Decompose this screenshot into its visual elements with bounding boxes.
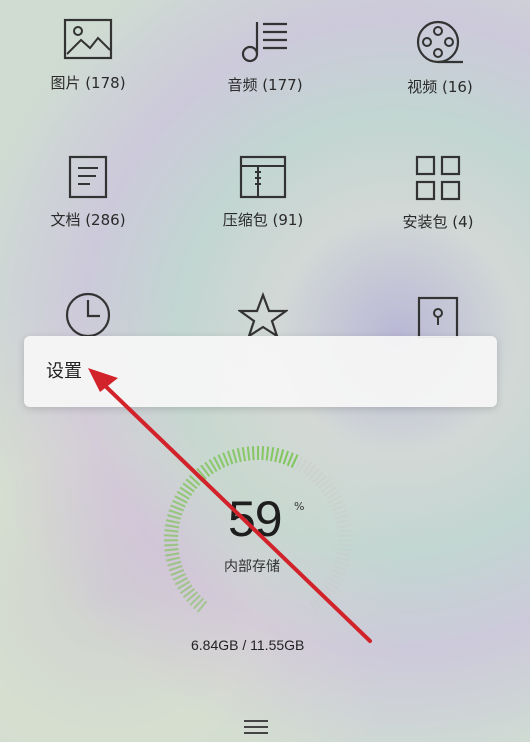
image-icon bbox=[63, 18, 113, 60]
gauge-tick bbox=[167, 560, 182, 567]
document-icon bbox=[68, 155, 108, 199]
category-private[interactable] bbox=[350, 296, 526, 338]
gauge-tick bbox=[334, 560, 349, 567]
storage-percent: 59 bbox=[228, 491, 283, 547]
category-video[interactable]: 视频 (16) bbox=[352, 18, 528, 97]
gauge-tick bbox=[337, 534, 352, 537]
gauge-tick bbox=[278, 449, 285, 464]
gauge-tick bbox=[333, 509, 348, 516]
category-audio[interactable]: 音频 (177) bbox=[177, 18, 353, 95]
gauge-tick bbox=[222, 452, 230, 467]
video-reel-icon bbox=[416, 20, 463, 64]
gauge-tick bbox=[226, 450, 234, 465]
gauge-tick bbox=[166, 556, 181, 562]
gauge-tick bbox=[168, 509, 183, 516]
gauge-tick bbox=[331, 569, 346, 577]
gauge-tick bbox=[274, 447, 280, 463]
gauge-tick bbox=[164, 543, 179, 547]
archive-icon bbox=[239, 155, 287, 199]
music-icon bbox=[241, 22, 287, 63]
gauge-tick bbox=[165, 519, 181, 525]
gauge-tick bbox=[231, 449, 238, 464]
gauge-tick bbox=[236, 447, 242, 463]
category-label: 安装包 (4) bbox=[402, 213, 474, 231]
settings-menu-item[interactable]: 设置 bbox=[46, 357, 82, 383]
gauge-tick bbox=[165, 552, 180, 557]
gauge-tick bbox=[261, 446, 265, 461]
gauge-tick bbox=[265, 446, 270, 461]
gauge-tick bbox=[337, 547, 352, 552]
percent-symbol: % bbox=[294, 500, 305, 513]
gauge-tick bbox=[167, 514, 182, 520]
clock-icon bbox=[65, 292, 111, 336]
gauge-tick bbox=[269, 447, 275, 462]
apps-grid-icon bbox=[415, 155, 461, 201]
gauge-tick bbox=[165, 524, 180, 529]
gauge-tick bbox=[333, 564, 348, 572]
gauge-tick bbox=[335, 556, 350, 562]
gauge-tick bbox=[286, 452, 294, 467]
category-archives[interactable]: 压缩包 (91) bbox=[175, 155, 351, 230]
storage-panel bbox=[0, 440, 530, 670]
gauge-tick bbox=[334, 514, 349, 520]
category-images[interactable]: 图片 (178) bbox=[0, 18, 176, 93]
category-favorites[interactable] bbox=[175, 292, 351, 336]
gauge-tick bbox=[164, 547, 179, 552]
gauge-tick bbox=[246, 446, 251, 461]
gauge-tick bbox=[164, 529, 179, 533]
gauge-tick bbox=[337, 529, 352, 533]
category-label: 图片 (178) bbox=[50, 74, 126, 92]
category-packages[interactable]: 安装包 (4) bbox=[350, 155, 526, 232]
lock-file-icon bbox=[417, 296, 459, 338]
category-documents[interactable]: 文档 (286) bbox=[0, 155, 176, 230]
category-label: 压缩包 (91) bbox=[222, 211, 304, 229]
category-label: 文档 (286) bbox=[50, 211, 126, 229]
category-label: 音频 (177) bbox=[227, 76, 303, 94]
category-grid: 图片 (178) 音频 (177) 视频 (16) 文档 (286) 压缩包 (… bbox=[0, 0, 530, 340]
gauge-tick bbox=[170, 504, 184, 512]
gauge-tick bbox=[336, 524, 351, 529]
gauge-tick bbox=[337, 543, 352, 547]
gauge-tick bbox=[170, 569, 185, 577]
gauge-tick bbox=[241, 447, 247, 462]
gauge-tick bbox=[332, 504, 346, 512]
storage-label: 内部存储 bbox=[224, 559, 280, 575]
star-icon bbox=[238, 292, 288, 336]
gauge-tick bbox=[251, 446, 255, 461]
gauge-tick bbox=[335, 519, 351, 525]
gauge-tick bbox=[164, 534, 179, 537]
popup-menu: 设置 bbox=[24, 336, 497, 407]
storage-size: 6.84GB / 11.55GB bbox=[191, 637, 305, 653]
gauge-tick bbox=[168, 564, 183, 572]
category-label: 视频 (16) bbox=[407, 78, 473, 96]
gauge-tick bbox=[336, 552, 351, 557]
storage-gauge bbox=[163, 446, 353, 613]
gauge-tick bbox=[282, 450, 290, 465]
menu-icon[interactable] bbox=[244, 716, 268, 736]
category-recent[interactable] bbox=[0, 290, 176, 336]
